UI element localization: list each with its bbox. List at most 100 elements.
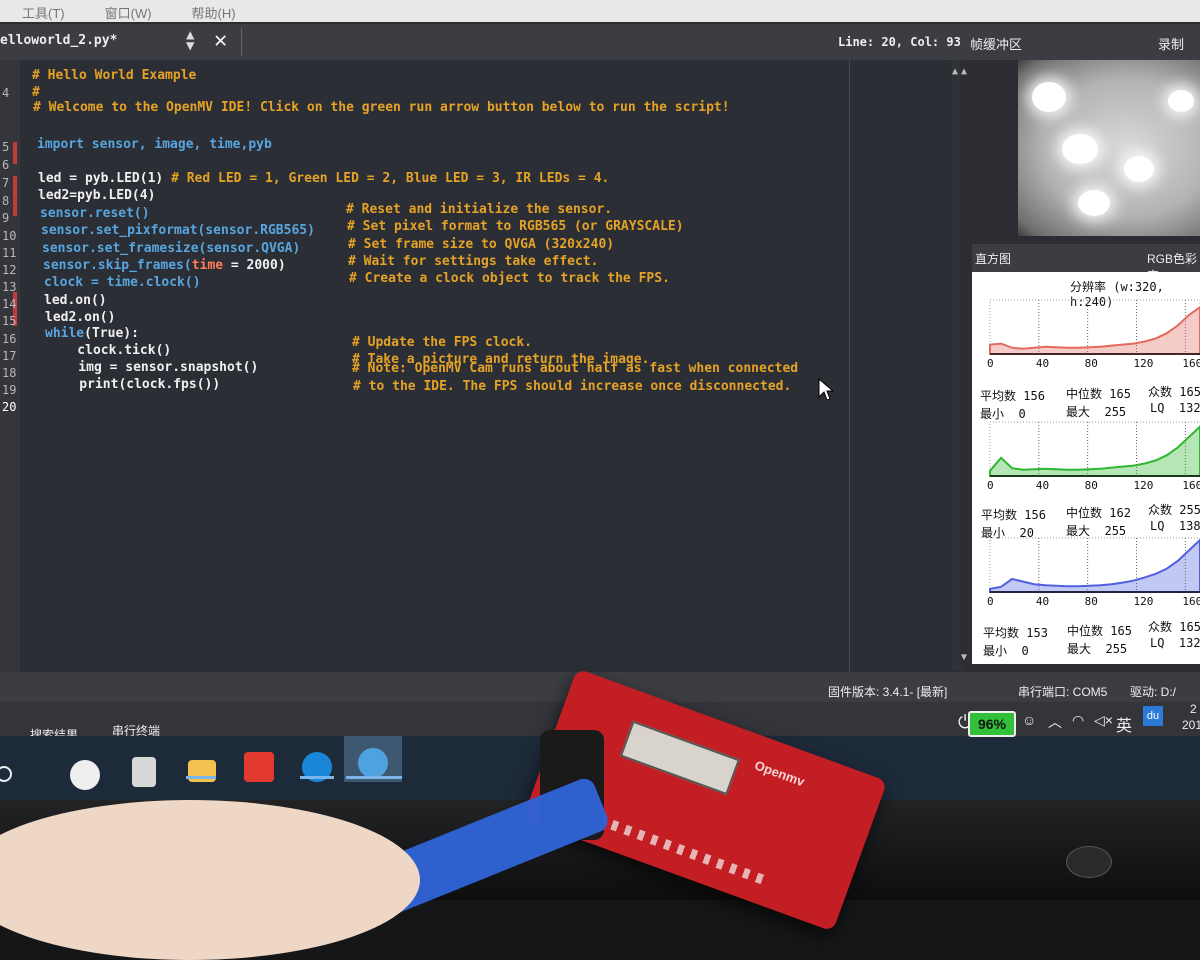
comment-disconnect: # to the IDE. The FPS should increase on… bbox=[353, 379, 792, 394]
editor-tab-bar: elloworld_2.py* ▲ ▼ ✕ Line: 20, Col: 93 bbox=[0, 24, 962, 61]
mean-value: 156 bbox=[1023, 389, 1045, 403]
stats-green-max: 最大 255 bbox=[1066, 522, 1126, 539]
code-line-3: # Welcome to the OpenMV IDE! Click on th… bbox=[33, 100, 730, 115]
code-line-reset: sensor.reset() bbox=[40, 206, 150, 221]
ceiling-light bbox=[1124, 156, 1154, 182]
menu-window[interactable]: 窗口(W) bbox=[83, 0, 170, 22]
taskbar-date[interactable]: 201 bbox=[1182, 718, 1200, 732]
close-file-icon[interactable]: ✕ bbox=[214, 28, 227, 54]
histogram-tick-label: 80 bbox=[1085, 357, 1098, 370]
line-number: 15 bbox=[2, 314, 17, 328]
cursor-position: Line: 20, Col: 93 bbox=[838, 35, 961, 49]
netease-music-icon[interactable] bbox=[244, 752, 274, 782]
lq-label: LQ bbox=[1150, 519, 1165, 533]
code-line-2: # bbox=[32, 85, 40, 100]
people-icon[interactable]: ☺ bbox=[1022, 712, 1036, 728]
stats-green-mode: 众数 255 bbox=[1148, 501, 1200, 518]
running-indicator bbox=[346, 776, 402, 779]
menu-bar: 工具(T) 窗口(W) 帮助(H) bbox=[0, 0, 1200, 22]
mouse-cursor-icon bbox=[818, 378, 834, 401]
comment-skip-frames: # Wait for settings take effect. bbox=[348, 254, 599, 269]
min-value: 0 bbox=[1018, 407, 1026, 421]
comment-clock: # Create a clock object to track the FPS… bbox=[349, 271, 670, 286]
code-line-pixformat: sensor.set_pixformat(sensor.RGB565) bbox=[41, 223, 315, 238]
ime-indicator[interactable]: 英 bbox=[1116, 712, 1132, 736]
scroll-up-icon[interactable]: ▲ bbox=[952, 66, 958, 77]
code-skip-frames-call: sensor.skip_frames( bbox=[43, 258, 192, 273]
histogram-tick-label: 40 bbox=[1036, 357, 1049, 370]
ceiling-light bbox=[1062, 134, 1098, 164]
baidu-icon[interactable]: du bbox=[1143, 706, 1163, 726]
line-number: 7 bbox=[2, 176, 10, 190]
histogram-tick-label: 120 bbox=[1134, 357, 1154, 370]
code-line-framesize: sensor.set_framesize(sensor.QVGA) bbox=[42, 241, 301, 256]
mean-label: 平均数 bbox=[980, 389, 1017, 403]
line-number: 9 bbox=[2, 211, 10, 225]
file-tab[interactable]: elloworld_2.py* bbox=[0, 33, 117, 48]
stats-red-mode: 众数 165 bbox=[1148, 383, 1200, 400]
clock-app-icon[interactable] bbox=[70, 760, 100, 790]
line-number: 8 bbox=[2, 194, 10, 208]
board-label: Openmv bbox=[752, 757, 807, 790]
histogram-tick-label: 0 bbox=[987, 595, 994, 608]
battery-indicator[interactable]: 96% bbox=[968, 711, 1016, 737]
show-hidden-icon[interactable]: ︿ bbox=[1048, 712, 1062, 732]
change-marker bbox=[13, 142, 17, 164]
stats-green-min: 最小 20 bbox=[981, 524, 1034, 541]
histogram-green-chart: 0 40 80 120 160 bbox=[987, 421, 1200, 492]
keyword-import: import bbox=[37, 137, 84, 152]
menu-help[interactable]: 帮助(H) bbox=[170, 0, 254, 22]
code-line-led2: led2=pyb.LED(4) bbox=[38, 188, 156, 203]
mode-value: 165 bbox=[1179, 385, 1200, 399]
stats-green-mean: 平均数 156 bbox=[981, 506, 1046, 523]
lq-label: LQ bbox=[1150, 636, 1165, 650]
stats-blue-mode: 众数 165 bbox=[1148, 618, 1200, 635]
comment-note: # Note: OpenMV Cam runs about half as fa… bbox=[352, 361, 799, 376]
min-label: 最小 bbox=[981, 526, 1006, 540]
median-label: 中位数 bbox=[1066, 506, 1103, 520]
scroll-down-icon[interactable]: ▼ bbox=[961, 652, 967, 663]
scroll-up-icon[interactable]: ▲ bbox=[961, 66, 967, 77]
line-number: 14 bbox=[2, 297, 17, 311]
max-value: 255 bbox=[1105, 642, 1128, 656]
histogram-tick-label: 160 bbox=[1182, 479, 1200, 492]
wifi-icon[interactable]: ◠ bbox=[1072, 712, 1084, 729]
stats-blue-median: 中位数 165 bbox=[1067, 622, 1132, 639]
search-icon[interactable] bbox=[0, 762, 16, 786]
median-label: 中位数 bbox=[1067, 624, 1104, 638]
histogram-red-chart: 0 40 80 120 160 bbox=[987, 299, 1200, 370]
stats-red-median: 中位数 165 bbox=[1066, 385, 1131, 402]
code-line-while: while(True): bbox=[45, 326, 139, 341]
histogram-curve-R bbox=[989, 305, 1200, 355]
histogram-curve-B bbox=[989, 538, 1200, 593]
taskbar-clock[interactable]: 2 bbox=[1190, 702, 1197, 716]
firmware-version[interactable]: 固件版本: 3.4.1- [最新] bbox=[828, 683, 947, 700]
max-value: 255 bbox=[1104, 524, 1127, 538]
openmv-ide-icon[interactable] bbox=[358, 748, 388, 778]
histogram-tick-label: 0 bbox=[987, 357, 994, 370]
mode-value: 165 bbox=[1179, 620, 1200, 634]
max-label: 最大 bbox=[1066, 405, 1091, 419]
ribbon-connector bbox=[619, 720, 740, 796]
comment-reset: # Reset and initialize the sensor. bbox=[346, 202, 613, 217]
max-label: 最大 bbox=[1066, 524, 1091, 538]
menu-tools[interactable]: 工具(T) bbox=[0, 0, 83, 22]
calculator-icon[interactable] bbox=[132, 757, 156, 787]
bezel-screw bbox=[1066, 846, 1112, 878]
mode-value: 255 bbox=[1179, 503, 1200, 517]
line-number: 5 bbox=[2, 140, 10, 154]
stats-blue-mean: 平均数 153 bbox=[983, 624, 1048, 641]
volume-icon[interactable]: ◁× bbox=[1094, 712, 1113, 729]
record-button[interactable]: 录制 bbox=[1158, 34, 1184, 53]
histogram-scrollbar[interactable]: ▲ ▼ bbox=[960, 60, 972, 665]
keyword-while: while bbox=[45, 326, 85, 341]
mean-label: 平均数 bbox=[981, 508, 1018, 522]
code-led: led = pyb.LED(1) bbox=[38, 171, 164, 186]
code-line-print: print(clock.fps()) bbox=[48, 377, 221, 392]
ceiling-light bbox=[1078, 190, 1110, 216]
lq-value: 138 bbox=[1178, 519, 1200, 533]
file-switch-arrows-icon[interactable]: ▲ ▼ bbox=[186, 28, 194, 53]
code-line-skip-frames: sensor.skip_frames(time = 2000) bbox=[43, 258, 286, 273]
lq-label: LQ bbox=[1150, 401, 1165, 415]
median-value: 162 bbox=[1109, 506, 1131, 520]
